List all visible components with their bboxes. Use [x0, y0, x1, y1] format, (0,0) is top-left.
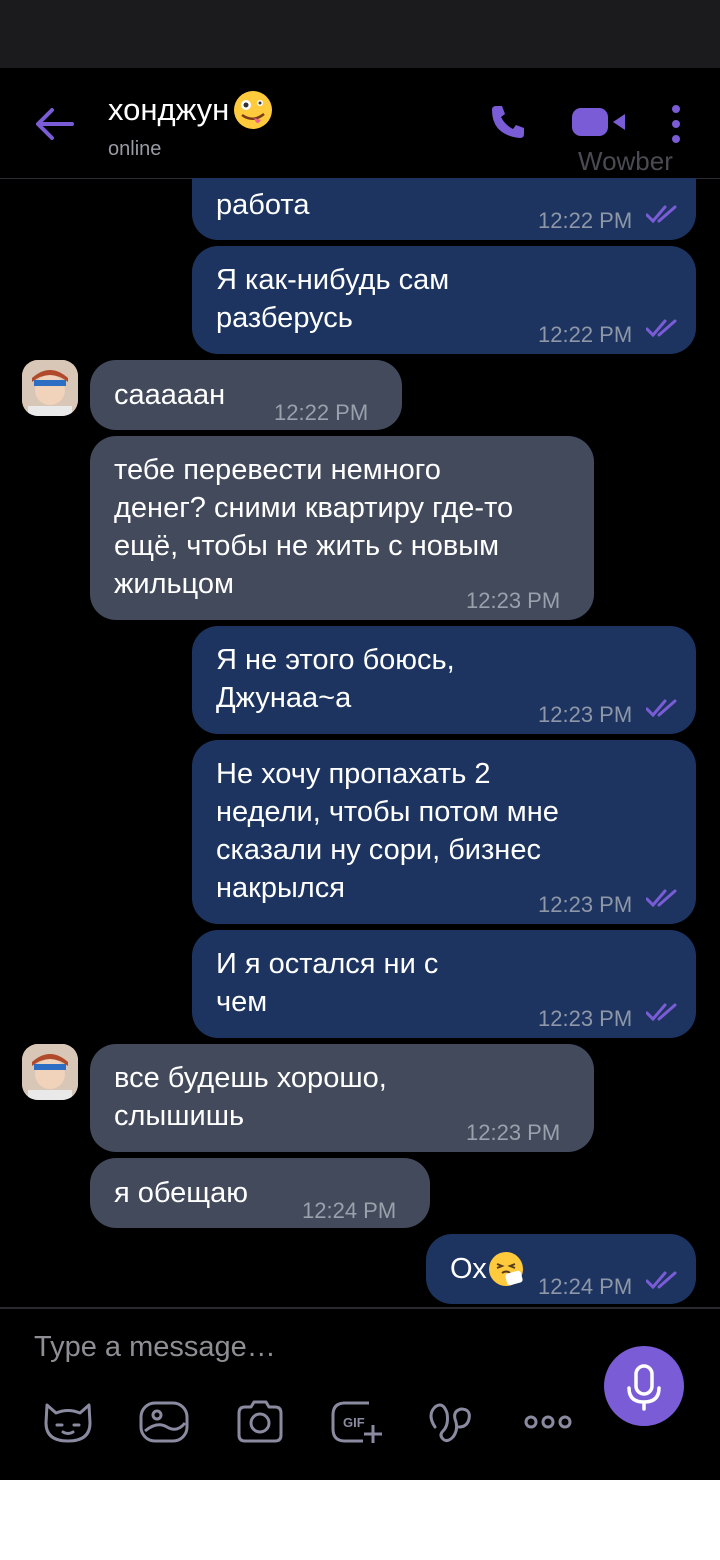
- message-list[interactable]: работа 12:22 PM Я как-нибудь сам разберу…: [0, 178, 720, 1306]
- chat-header: хонджун online Wowber: [0, 68, 720, 179]
- message-text: Не хочу пропахать 2 недели, чтобы потом …: [216, 758, 559, 904]
- microphone-icon: [627, 1364, 661, 1411]
- back-arrow-icon[interactable]: [34, 106, 74, 142]
- message-bubble-incoming[interactable]: тебе перевести немного денег? сними квар…: [90, 436, 594, 620]
- read-receipt-icon: [646, 699, 677, 718]
- message-composer: Type a message… GIF: [0, 1307, 720, 1481]
- phone-call-icon[interactable]: [488, 102, 528, 142]
- contact-avatar[interactable]: [22, 360, 78, 416]
- video-call-icon[interactable]: [571, 106, 627, 138]
- message-time: 12:22 PM: [538, 208, 633, 233]
- message-bubble-outgoing[interactable]: Ох 12:24 PM: [426, 1234, 696, 1304]
- read-receipt-icon: [646, 1271, 677, 1290]
- message-time: 12:23 PM: [466, 1120, 561, 1145]
- sticker-icon[interactable]: [41, 1397, 95, 1447]
- zany-face-emoji-icon: [234, 91, 273, 129]
- read-receipt-icon: [646, 205, 677, 224]
- message-time: 12:24 PM: [302, 1198, 397, 1223]
- message-bubble-incoming[interactable]: сааааан 12:22 PM: [90, 360, 402, 430]
- read-receipt-icon: [646, 889, 677, 908]
- message-text: тебе перевести немного денег? сними квар…: [114, 454, 514, 600]
- message-time: 12:22 PM: [538, 322, 633, 347]
- message-time: 12:22 PM: [274, 400, 369, 425]
- camera-icon[interactable]: [233, 1397, 287, 1447]
- message-bubble-outgoing[interactable]: Я как-нибудь сам разберусь 12:22 PM: [192, 246, 696, 354]
- sneezing-face-emoji-icon: [488, 1252, 523, 1286]
- gallery-icon[interactable]: [137, 1397, 191, 1447]
- message-input[interactable]: Type a message…: [34, 1331, 276, 1364]
- contact-status: online: [108, 138, 162, 160]
- contact-name: хонджун: [108, 92, 230, 127]
- read-receipt-icon: [646, 319, 677, 338]
- message-bubble-incoming[interactable]: все будешь хорошо, слышишь 12:23 PM: [90, 1044, 594, 1152]
- more-vertical-icon[interactable]: [668, 104, 684, 144]
- contact-avatar[interactable]: [22, 1044, 78, 1100]
- gif-icon[interactable]: GIF: [329, 1397, 383, 1447]
- message-text-content: Ох: [450, 1253, 487, 1285]
- message-bubble-outgoing[interactable]: Я не этого боюсь, Джунаа~а 12:23 PM: [192, 626, 696, 734]
- message-time: 12:24 PM: [538, 1274, 633, 1299]
- read-receipt-icon: [646, 1003, 677, 1022]
- message-time: 12:23 PM: [538, 702, 633, 727]
- more-options-icon[interactable]: [521, 1397, 575, 1447]
- status-bar: [0, 0, 720, 68]
- message-bubble-incoming[interactable]: я обещаю 12:24 PM: [90, 1158, 430, 1228]
- doodle-icon[interactable]: [425, 1397, 479, 1447]
- message-time: 12:23 PM: [538, 892, 633, 917]
- message-bubble-outgoing[interactable]: работа 12:22 PM: [192, 178, 696, 240]
- message-time: 12:23 PM: [538, 1006, 633, 1031]
- bottom-area: [0, 1480, 720, 1560]
- message-time: 12:23 PM: [466, 588, 561, 613]
- message-bubble-outgoing[interactable]: И я остался ни с чем 12:23 PM: [192, 930, 696, 1038]
- voice-message-button[interactable]: [604, 1346, 684, 1426]
- svg-text:GIF: GIF: [343, 1415, 365, 1430]
- message-bubble-outgoing[interactable]: Не хочу пропахать 2 недели, чтобы потом …: [192, 740, 696, 924]
- contact-info[interactable]: хонджун online: [108, 90, 273, 161]
- watermark-text: Wowber: [578, 146, 673, 176]
